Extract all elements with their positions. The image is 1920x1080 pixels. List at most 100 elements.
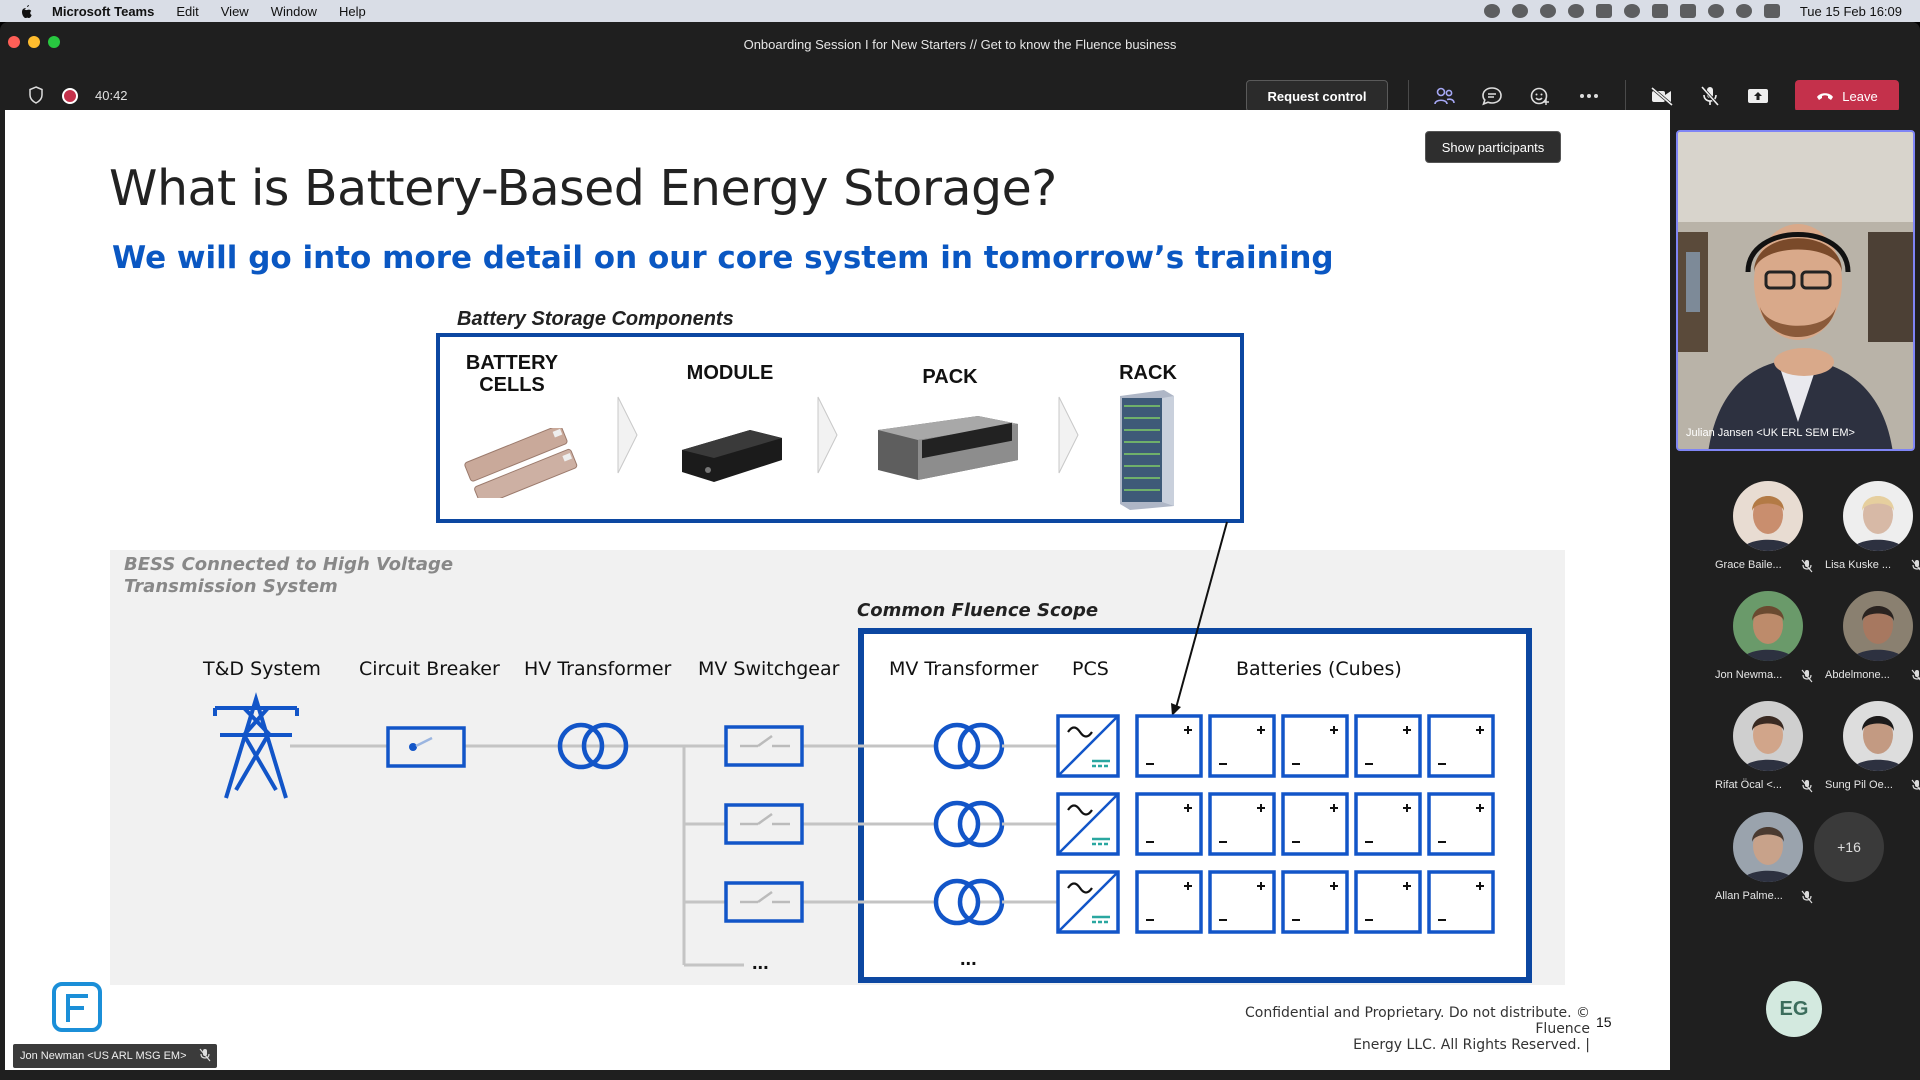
window-close-button[interactable] (8, 36, 20, 48)
mic-muted-icon (199, 1048, 210, 1062)
meeting-title: Onboarding Session I for New Starters //… (743, 36, 1177, 52)
participant-avatar (1733, 701, 1803, 771)
call-timer: 40:42 (95, 88, 128, 103)
toolbar-divider (1408, 80, 1409, 112)
participant-name: Lisa Kuske ... (1825, 559, 1892, 571)
display-icon[interactable] (1651, 4, 1668, 18)
mic-muted-icon (1801, 559, 1813, 573)
participant-avatar (1733, 812, 1803, 882)
control-center-icon[interactable] (1763, 4, 1780, 18)
participant-avatar (1733, 481, 1803, 551)
show-participants-tooltip: Show participants (1425, 131, 1561, 163)
active-speaker-video[interactable]: Julian Jansen <UK ERL SEM EM> (1676, 130, 1915, 451)
component-label-rack: RACK (1119, 362, 1177, 384)
column-header-pcs: PCS (1072, 658, 1109, 680)
participant-tile[interactable]: Lisa Kuske ... (1815, 481, 1920, 589)
presenter-name: Jon Newman <US ARL MSG EM> (20, 1050, 187, 1062)
request-control-button[interactable]: Request control (1246, 80, 1388, 112)
apple-logo-icon[interactable] (18, 3, 34, 19)
participant-name: Sung Pil Oe... (1825, 779, 1893, 791)
rack-image (1120, 390, 1174, 510)
menu-edit[interactable]: Edit (176, 4, 198, 19)
participant-name: Grace Baile... (1715, 559, 1782, 571)
participant-tile[interactable]: Abdelmone... (1815, 591, 1920, 699)
window-zoom-button[interactable] (48, 36, 60, 48)
mic-muted-icon (1801, 890, 1813, 904)
pack-image (878, 416, 1018, 480)
participant-tile[interactable]: Jon Newma... (1705, 591, 1815, 699)
participant-name: Allan Palme... (1715, 890, 1783, 902)
component-label-pack: PACK (922, 366, 978, 388)
bess-caption: BESS Connected to High Voltage Transmiss… (124, 554, 453, 598)
status-icon-1[interactable] (1511, 4, 1528, 18)
reactions-icon[interactable] (1526, 82, 1554, 110)
menu-bar: Microsoft Teams Edit View Window Help Tu… (0, 0, 1920, 22)
slide-title: What is Battery-Based Energy Storage? (109, 160, 1057, 217)
chevron-right-icon (617, 396, 638, 474)
slide-subtitle: We will go into more detail on our core … (112, 240, 1334, 276)
window-minimize-button[interactable] (28, 36, 40, 48)
mic-off-icon[interactable] (1696, 82, 1724, 110)
participant-tile[interactable]: Rifat Öcal <... (1705, 701, 1815, 809)
more-options-icon[interactable] (1575, 82, 1603, 110)
transformer-ellipsis: ... (960, 948, 977, 970)
column-header-mv-transformer: MV Transformer (889, 658, 1039, 680)
self-avatar[interactable]: EG (1766, 981, 1822, 1037)
mic-muted-icon (1911, 559, 1920, 571)
bess-caption-line-2: Transmission System (124, 576, 338, 597)
menubar-clock[interactable]: Tue 15 Feb 16:09 (1800, 4, 1902, 19)
participant-avatar (1843, 481, 1913, 551)
participant-name: Jon Newma... (1715, 669, 1783, 681)
participant-name: Rifat Öcal <... (1715, 779, 1782, 791)
vpn-shield-icon[interactable] (1483, 4, 1500, 18)
fluence-logo-icon (52, 982, 102, 1032)
column-header-mv-switchgear: MV Switchgear (698, 658, 840, 680)
column-header-td-system: T&D System (203, 658, 321, 680)
wifi-icon[interactable] (1707, 4, 1724, 18)
creative-cloud-icon[interactable] (1595, 4, 1612, 18)
spotlight-search-icon[interactable] (1735, 4, 1752, 18)
column-header-hv-transformer: HV Transformer (524, 658, 672, 680)
participant-tile[interactable]: Grace Baile... (1705, 481, 1815, 589)
status-icon-3[interactable] (1567, 4, 1584, 18)
menu-help[interactable]: Help (339, 4, 366, 19)
chevron-right-icon (1058, 396, 1079, 474)
mic-muted-icon (1801, 779, 1813, 793)
more-participants-button[interactable]: +16 (1814, 812, 1884, 882)
participants-icon[interactable] (1430, 82, 1458, 110)
battery-cells-image (464, 428, 578, 498)
phone-hangup-icon (1817, 93, 1834, 100)
component-label-module: MODULE (686, 362, 774, 384)
video-participant-name: Julian Jansen <UK ERL SEM EM> (1686, 427, 1855, 439)
leave-button[interactable]: Leave (1795, 80, 1899, 112)
fluence-scope-caption: Common Fluence Scope (857, 600, 1099, 621)
chat-icon[interactable] (1478, 82, 1506, 110)
participant-avatar (1843, 591, 1913, 661)
participant-tile[interactable]: Sung Pil Oe... (1815, 701, 1920, 809)
share-screen-icon[interactable] (1744, 82, 1772, 110)
switchgear-ellipsis: ... (752, 952, 769, 974)
chevron-right-icon (817, 396, 838, 474)
presenter-name-label: Jon Newman <US ARL MSG EM> (13, 1044, 217, 1068)
participant-avatar (1843, 701, 1913, 771)
sync-icon[interactable] (1623, 4, 1640, 18)
menu-window[interactable]: Window (271, 4, 317, 19)
participant-avatar (1733, 591, 1803, 661)
menu-app-name[interactable]: Microsoft Teams (52, 4, 154, 19)
leave-label: Leave (1842, 88, 1878, 104)
menu-view[interactable]: View (221, 4, 249, 19)
status-icon-2[interactable] (1539, 4, 1556, 18)
confidential-line-1: Confidential and Proprietary. Do not dis… (1244, 1005, 1590, 1037)
components-caption: Battery Storage Components (457, 308, 734, 330)
component-label-battery-cells: BATTERY CELLS (465, 352, 559, 396)
shield-icon (29, 86, 43, 104)
camera-off-icon[interactable] (1648, 82, 1676, 110)
window-titlebar: Onboarding Session I for New Starters //… (0, 22, 1920, 66)
battery-icon[interactable] (1679, 4, 1696, 18)
mic-muted-icon (1911, 669, 1920, 681)
video-feed-image (1678, 132, 1913, 449)
confidential-line-2: Energy LLC. All Rights Reserved. | (1353, 1037, 1590, 1053)
toolbar-divider (1625, 80, 1626, 112)
module-image (682, 430, 782, 482)
participant-tile[interactable]: Allan Palme... (1705, 812, 1815, 920)
